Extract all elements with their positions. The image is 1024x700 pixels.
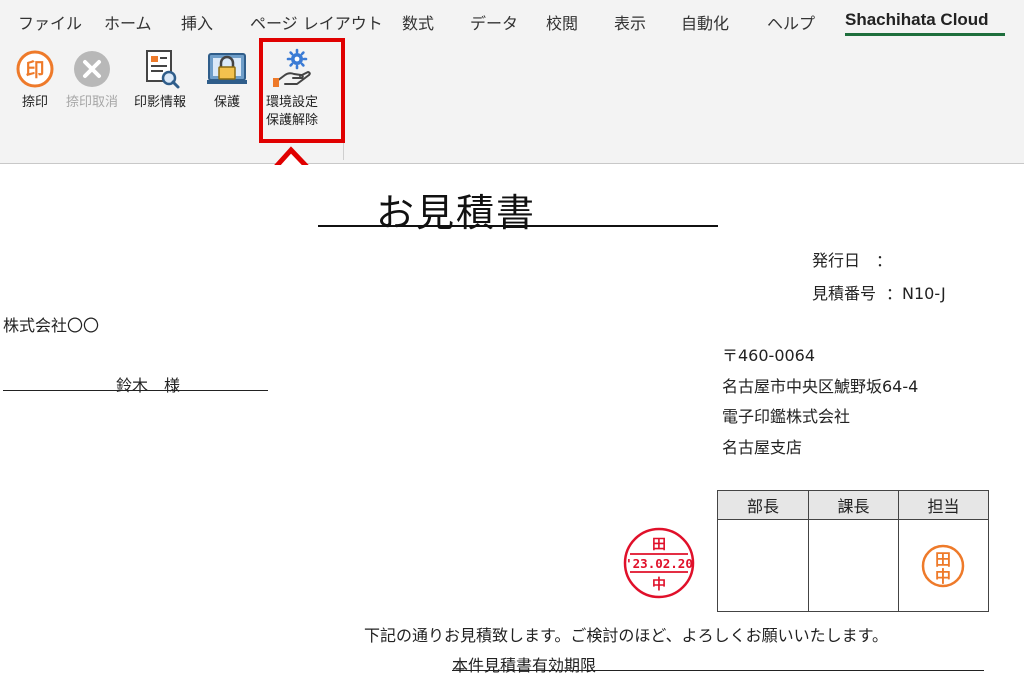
padlock-icon xyxy=(206,48,248,90)
sender-company: 電子印鑑株式会社 xyxy=(722,407,851,426)
sender-address: 名古屋市中央区鯱野坂64-4 xyxy=(722,377,919,396)
tab-page-layout[interactable]: ページ レイアウト xyxy=(250,10,383,34)
tab-shachihata-cloud[interactable]: Shachihata Cloud xyxy=(845,10,989,30)
cancel-x-icon xyxy=(71,48,113,90)
client-underline xyxy=(3,390,268,391)
date-seal-top: 田 xyxy=(652,537,666,553)
date-seal-bottom: 中 xyxy=(652,576,666,593)
tab-formulas[interactable]: 数式 xyxy=(402,10,434,34)
approval-header-manager: 部長 xyxy=(717,490,809,520)
quote-number-label: 見積番号 xyxy=(812,284,877,303)
name-seal-stamp: 田 中 xyxy=(921,544,965,587)
quote-number-value: ：N10-J xyxy=(886,284,946,303)
stamp-info-button[interactable]: 印影情報 xyxy=(134,48,186,112)
date-seal-stamp: 田 '23.02.20 中 xyxy=(623,527,695,599)
highlight-box xyxy=(259,38,345,143)
validity-label: 本件見積書有効期限 xyxy=(452,656,597,675)
active-tab-underline xyxy=(845,33,1005,36)
date-seal-date: '23.02.20 xyxy=(625,556,693,571)
approval-cell-section-chief[interactable] xyxy=(808,519,899,612)
tab-review[interactable]: 校閲 xyxy=(546,10,578,34)
ribbon-tab-bar: ファイル ホーム 挿入 ページ レイアウト 数式 データ 校閲 表示 自動化 ヘ… xyxy=(0,0,1024,40)
title-underline xyxy=(318,225,718,227)
tab-automate[interactable]: 自動化 xyxy=(681,10,729,34)
stamp-button-label: 捺印 xyxy=(21,95,48,110)
tab-view[interactable]: 表示 xyxy=(614,10,646,34)
document-search-icon xyxy=(139,48,181,90)
seal-stamp-char: 印 xyxy=(25,59,44,81)
validity-underline xyxy=(452,670,984,671)
approval-cell-staff[interactable]: 田 中 xyxy=(898,519,989,612)
seal-stamp-icon: 印 xyxy=(14,48,56,90)
approval-header-staff: 担当 xyxy=(898,490,989,520)
protect-button[interactable]: 保護 xyxy=(206,48,248,112)
protect-label: 保護 xyxy=(213,95,240,110)
approval-table: 部長 課長 担当 田 中 xyxy=(717,490,989,612)
cancel-stamp-button[interactable]: 捺印取消 xyxy=(66,48,118,112)
approval-cell-manager[interactable] xyxy=(717,519,809,612)
document-title: お見積書 xyxy=(376,191,537,235)
sender-postal: 〒460-0064 xyxy=(722,346,816,365)
stamp-info-label: 印影情報 xyxy=(134,95,187,110)
approval-header-section-chief: 課長 xyxy=(808,490,899,520)
tab-data[interactable]: データ xyxy=(470,10,518,34)
sender-branch: 名古屋支店 xyxy=(722,438,803,457)
client-person: 鈴木 様 xyxy=(116,376,181,395)
tab-file[interactable]: ファイル xyxy=(18,10,82,34)
spreadsheet-area[interactable] xyxy=(0,165,1024,700)
cancel-stamp-label: 捺印取消 xyxy=(66,95,119,110)
name-seal-line2: 中 xyxy=(935,567,951,586)
stamp-button[interactable]: 印 捺印 xyxy=(14,48,56,112)
tab-help[interactable]: ヘルプ xyxy=(767,10,815,34)
ribbon-panel: 印 捺印 捺印取消 印影情報 保護 環境設定 保護解除 xyxy=(0,40,1024,164)
issue-date-label: 発行日 ： xyxy=(812,251,893,270)
tab-home[interactable]: ホーム xyxy=(104,10,152,34)
client-company: 株式会社〇〇 xyxy=(3,316,100,335)
tab-insert[interactable]: 挿入 xyxy=(181,10,213,34)
greeting-message: 下記の通りお見積致します。ご検討のほど、よろしくお願いいたします。 xyxy=(364,626,889,645)
